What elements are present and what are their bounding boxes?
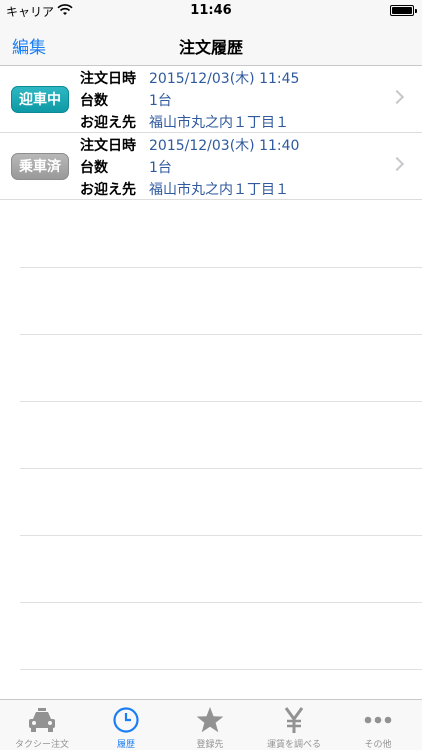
empty-row-separator: [20, 602, 422, 603]
pickup-location-label: お迎え先: [80, 182, 136, 198]
order-date-value: 2015/12/03(木) 11:45: [149, 71, 300, 87]
tab-bar: タクシー注文 履歴 登録先 運賃を調べる その他: [0, 699, 422, 750]
order-date-value: 2015/12/03(木) 11:40: [149, 138, 300, 154]
tab-history[interactable]: 履歴: [84, 700, 168, 750]
clock-icon: [113, 707, 139, 733]
tab-label: その他: [364, 740, 392, 750]
order-history-list: 迎車中 注文日時 2015/12/03(木) 11:45 台数 1台 お迎え先 …: [0, 66, 422, 200]
order-date-label: 注文日時: [80, 138, 136, 154]
order-row[interactable]: 迎車中 注文日時 2015/12/03(木) 11:45 台数 1台 お迎え先 …: [0, 66, 422, 133]
chevron-right-icon: [389, 156, 405, 172]
tab-fare-lookup[interactable]: 運賃を調べる: [252, 700, 336, 750]
empty-row-separator: [20, 535, 422, 536]
order-row[interactable]: 乗車済 注文日時 2015/12/03(木) 11:40 台数 1台 お迎え先 …: [0, 133, 422, 200]
vehicle-count-value: 1台: [149, 160, 172, 176]
empty-row-separator: [20, 401, 422, 402]
empty-row-separator: [20, 334, 422, 335]
navigation-bar: 編集 注文履歴: [0, 22, 422, 66]
star-icon: [196, 707, 224, 733]
status-badge-boarded: 乗車済: [11, 153, 69, 180]
tab-taxi-order[interactable]: タクシー注文: [0, 700, 84, 750]
chevron-right-icon: [389, 89, 405, 105]
tab-label: 運賃を調べる: [266, 740, 321, 750]
taxi-icon: [29, 708, 55, 732]
yen-icon: [284, 707, 304, 733]
tab-label: 登録先: [196, 740, 224, 750]
pickup-location-value: 福山市丸之内１丁目１: [149, 115, 289, 131]
vehicle-count-label: 台数: [80, 160, 108, 176]
tab-label: 履歴: [116, 740, 135, 750]
page-title: 注文履歴: [178, 38, 243, 57]
empty-row-separator: [20, 267, 422, 268]
tab-registered[interactable]: 登録先: [168, 700, 252, 750]
status-badge-picking-up: 迎車中: [11, 86, 69, 113]
status-time: 11:46: [190, 3, 232, 18]
vehicle-count-label: 台数: [80, 93, 108, 109]
pickup-location-value: 福山市丸之内１丁目１: [149, 182, 289, 198]
vehicle-count-value: 1台: [149, 93, 172, 109]
status-bar: キャリア 11:46: [0, 0, 422, 22]
order-date-label: 注文日時: [80, 71, 136, 87]
tab-more[interactable]: その他: [336, 700, 420, 750]
pickup-location-label: お迎え先: [80, 115, 136, 131]
battery-icon: [390, 5, 417, 16]
empty-row-separator: [20, 468, 422, 469]
empty-row-separator: [20, 669, 422, 670]
tab-label: タクシー注文: [14, 740, 69, 750]
more-icon: [364, 716, 392, 724]
